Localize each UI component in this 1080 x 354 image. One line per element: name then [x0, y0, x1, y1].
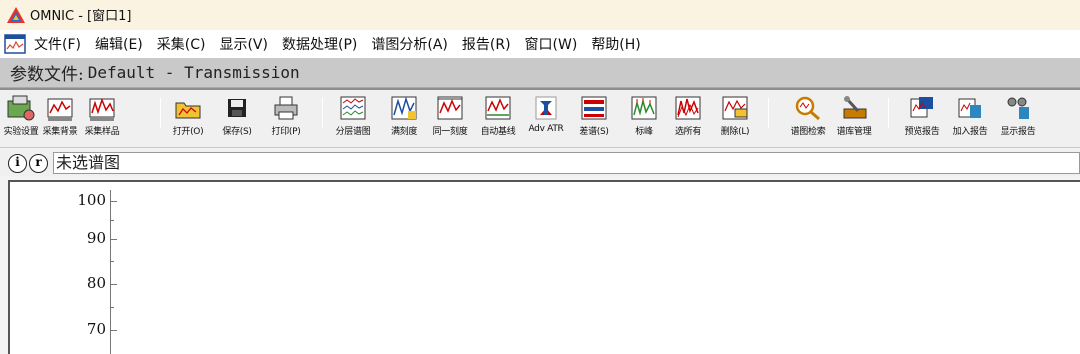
spectrum-info-bar: i r 未选谱图: [0, 150, 1080, 176]
toolbar-label: 谱库管理: [836, 127, 872, 137]
toolbar-label: Adv ATR: [528, 124, 564, 134]
add-to-report-icon: [958, 98, 981, 118]
advanced-atr-icon: [535, 96, 557, 120]
toolbar-label: 保存(S): [222, 127, 252, 137]
open-folder-icon: [175, 102, 201, 119]
toolbar-label: 加入报告: [952, 127, 988, 137]
toolbar-label: 打开(O): [172, 127, 204, 137]
toolbar-separator: [160, 98, 161, 128]
toolbar-label: 同一刻度: [432, 127, 468, 137]
save-disk-icon: [228, 99, 246, 117]
collect-background-icon: [47, 98, 73, 121]
spectrum-search-icon: [795, 96, 820, 121]
select-all-button[interactable]: 选所有: [668, 93, 708, 143]
menu-window[interactable]: 窗口(W): [525, 34, 578, 54]
full-scale-icon: [391, 96, 417, 120]
y-tick-label: 70: [86, 320, 106, 338]
info-button[interactable]: i: [8, 153, 27, 173]
library-manager-icon: [843, 96, 867, 119]
toolbar-separator: [322, 98, 323, 128]
collect-sample-icon: [89, 97, 115, 121]
auto-baseline-icon: [485, 96, 511, 120]
toolbar-label: 标峰: [635, 127, 653, 137]
y-tick-label: 80: [86, 274, 106, 292]
toolbar-label: 自动基线: [480, 127, 516, 137]
spectrum-search-button[interactable]: 谱图检索: [784, 93, 832, 143]
open-button[interactable]: 打开(O): [166, 93, 210, 143]
toolbar-label: 选所有: [674, 127, 702, 137]
menu-view[interactable]: 显示(V): [219, 34, 268, 54]
toolbar: 实验设置 采集背景 采集样品 打开(O) 保存(S) 打印(P) 分层谱图 满刻…: [0, 90, 1080, 148]
preview-report-button[interactable]: 预览报告: [898, 93, 946, 143]
omnic-logo-icon: [7, 6, 25, 23]
subtract-spectra-icon: [581, 96, 607, 120]
collect-sample-button[interactable]: 采集样品: [80, 93, 124, 143]
menu-collect[interactable]: 采集(C): [157, 34, 206, 54]
print-button[interactable]: 打印(P): [262, 93, 310, 143]
view-report-icon: [1007, 97, 1029, 119]
r-button[interactable]: r: [29, 153, 48, 173]
add-to-report-button[interactable]: 加入报告: [946, 93, 994, 143]
preview-report-icon: [910, 97, 933, 118]
spectrum-title-field[interactable]: 未选谱图: [53, 152, 1080, 174]
common-scale-icon: [437, 96, 463, 120]
menu-help[interactable]: 帮助(H): [591, 34, 640, 54]
window-title: OMNIC - [窗口1]: [30, 9, 132, 24]
toolbar-label: 删除(L): [720, 127, 750, 137]
common-scale-button[interactable]: 同一刻度: [428, 93, 472, 143]
full-scale-button[interactable]: 满刻度: [382, 93, 426, 143]
toolbar-separator: [888, 98, 889, 128]
menu-process[interactable]: 数据处理(P): [282, 34, 357, 54]
y-major-tick: [111, 284, 117, 285]
menu-bar: 文件(F) 编辑(E) 采集(C) 显示(V) 数据处理(P) 谱图分析(A) …: [0, 30, 1080, 58]
menu-report[interactable]: 报告(R): [462, 34, 511, 54]
advanced-atr-button[interactable]: Adv ATR: [522, 93, 570, 143]
printer-icon: [274, 96, 298, 120]
parameter-file-bar: 参数文件: Default - Transmission: [0, 58, 1080, 88]
toolbar-label: 分层谱图: [335, 127, 371, 137]
experiment-setup-button[interactable]: 实验设置: [2, 93, 40, 143]
menu-analyze[interactable]: 谱图分析(A): [371, 34, 448, 54]
save-button[interactable]: 保存(S): [214, 93, 260, 143]
toolbar-label: 采集背景: [42, 127, 78, 137]
y-minor-tick: [111, 307, 114, 308]
parameter-file-value[interactable]: Default - Transmission: [88, 63, 300, 82]
y-minor-tick: [111, 261, 114, 262]
toolbar-label: 实验设置: [3, 127, 39, 137]
find-peaks-button[interactable]: 标峰: [624, 93, 664, 143]
toolbar-label: 打印(P): [271, 127, 301, 137]
delete-button[interactable]: 删除(L): [712, 93, 758, 143]
experiment-setup-icon: [7, 95, 35, 121]
y-tick-label: 100: [77, 191, 106, 209]
toolbar-label: 显示报告: [1000, 127, 1036, 137]
subtract-spectra-button[interactable]: 差谱(S): [572, 93, 616, 143]
title-bar: OMNIC - [窗口1]: [0, 0, 1080, 29]
toolbar-separator: [768, 98, 769, 128]
y-major-tick: [111, 330, 117, 331]
view-report-button[interactable]: 显示报告: [994, 93, 1042, 143]
parameter-file-label: 参数文件:: [10, 65, 84, 85]
collect-background-button[interactable]: 采集背景: [40, 93, 80, 143]
spectrum-plot-area[interactable]: [8, 180, 1080, 354]
toolbar-label: 满刻度: [390, 127, 418, 137]
spectrum-window-icon[interactable]: [4, 34, 26, 54]
delete-icon: [722, 96, 748, 120]
toolbar-label: 谱图检索: [790, 127, 826, 137]
select-all-icon: [675, 96, 701, 120]
stacked-spectra-icon: [340, 96, 366, 120]
stacked-spectra-button[interactable]: 分层谱图: [330, 93, 376, 143]
y-major-tick: [111, 201, 117, 202]
menu-file[interactable]: 文件(F): [34, 34, 81, 54]
toolbar-label: 差谱(S): [579, 127, 609, 137]
find-peaks-icon: [631, 96, 657, 120]
toolbar-label: 预览报告: [904, 127, 940, 137]
toolbar-label: 采集样品: [84, 127, 120, 137]
y-minor-tick: [111, 220, 114, 221]
y-tick-label: 90: [86, 229, 106, 247]
library-manager-button[interactable]: 谱库管理: [830, 93, 878, 143]
auto-baseline-button[interactable]: 自动基线: [474, 93, 522, 143]
y-major-tick: [111, 239, 117, 240]
menu-edit[interactable]: 编辑(E): [95, 34, 143, 54]
